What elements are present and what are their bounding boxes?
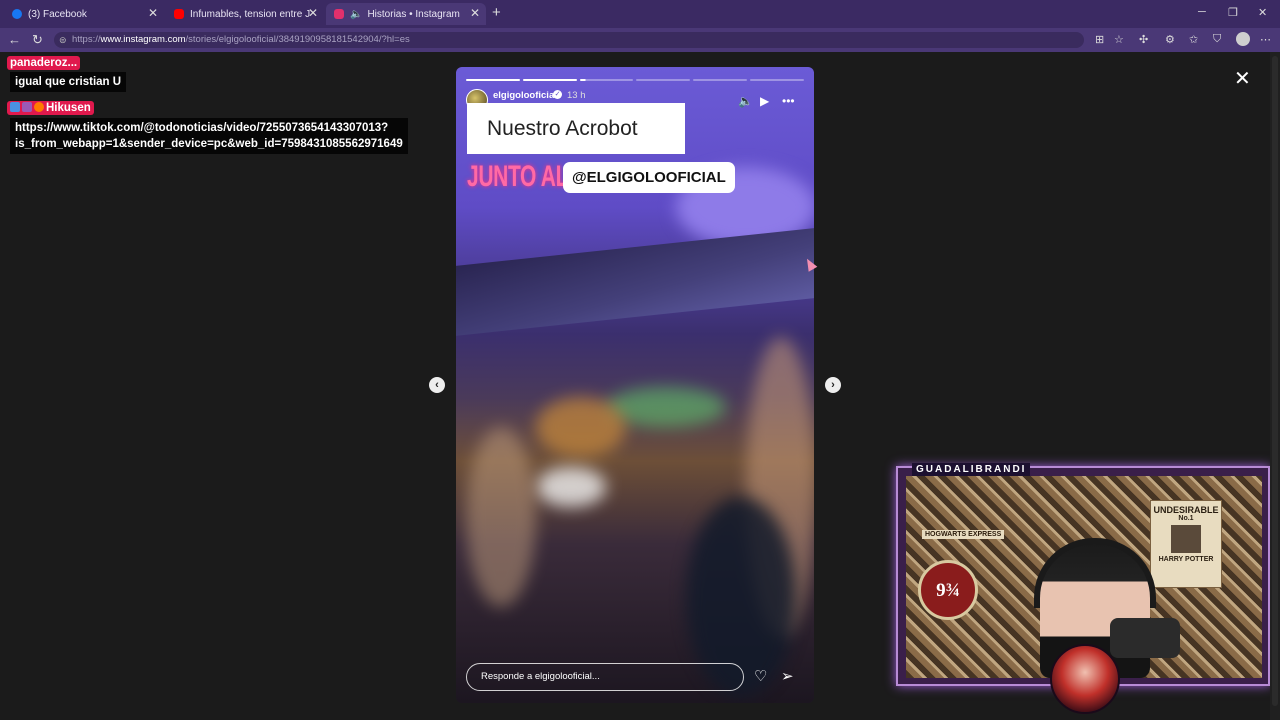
close-tab-icon[interactable]: ✕ <box>148 6 158 20</box>
extensions-icon[interactable]: ✣ <box>1139 33 1148 46</box>
verified-badge-icon: ✓ <box>553 90 562 99</box>
tab-youtube[interactable]: Infumables, tension entre Javier B ✕ <box>166 3 324 25</box>
chat-badge-icon <box>22 102 32 112</box>
chat-username: panaderoz... <box>7 56 81 70</box>
send-icon[interactable]: ➢ <box>781 667 794 685</box>
address-bar: ← ↻ ⊜ https://www.instagram.com/stories/e… <box>0 28 1280 52</box>
minimize-icon[interactable]: ─ <box>1198 6 1206 18</box>
favorites-icon[interactable]: ✩ <box>1189 33 1198 46</box>
hogwarts-sign: HOGWARTS EXPRESS <box>922 530 1005 539</box>
tab-title: Infumables, tension entre Javier B <box>190 8 310 20</box>
url-field[interactable]: ⊜ https://www.instagram.com/stories/elgig… <box>54 32 1084 48</box>
like-icon[interactable]: ♡ <box>754 667 767 685</box>
mention-sticker[interactable]: @ELGIGOLOOFICIAL <box>563 162 735 193</box>
instagram-icon <box>334 9 344 19</box>
story-text-sticker: Nuestro Acrobot <box>467 103 685 154</box>
speaker-icon: 🔈 <box>350 8 363 20</box>
scrollbar[interactable] <box>1270 52 1280 720</box>
close-tab-icon[interactable]: ✕ <box>470 6 480 20</box>
close-tab-icon[interactable]: ✕ <box>308 6 318 20</box>
reload-icon[interactable]: ↻ <box>32 32 43 48</box>
next-story-button[interactable]: › <box>825 377 841 393</box>
microphone <box>1110 618 1180 658</box>
tab-facebook[interactable]: (3) Facebook ✕ <box>4 3 164 25</box>
chat-message: https://www.tiktok.com/@todonoticias/vid… <box>10 118 408 154</box>
ceiling <box>456 228 814 336</box>
platform-sign: 9¾ <box>918 560 978 620</box>
story-username[interactable]: elgigolooficial <box>493 90 557 101</box>
previous-story-button[interactable]: ‹ <box>429 377 445 393</box>
chat-badge-icon <box>10 102 20 112</box>
more-options-icon[interactable]: ••• <box>782 94 795 108</box>
story-text-junto: JUNTO AL <box>467 160 569 193</box>
streamer-avatar <box>1050 644 1120 714</box>
wanted-poster: UNDESIRABLE No.1 HARRY POTTER <box>1150 500 1222 588</box>
story-time: 13 h <box>567 90 586 101</box>
new-tab-button[interactable]: + <box>492 4 501 21</box>
close-story-icon[interactable]: ✕ <box>1234 66 1251 91</box>
story-progress <box>466 79 804 81</box>
split-screen-icon[interactable]: ⚙ <box>1165 33 1175 46</box>
tab-title: Historias • Instagram <box>367 8 460 20</box>
favorite-star-icon[interactable]: ☆ <box>1114 33 1124 46</box>
streamer-name: GUADALIBRANDI <box>912 463 1031 476</box>
mute-icon[interactable]: 🔈 <box>738 94 753 108</box>
reader-icon[interactable]: ⊞ <box>1095 33 1104 46</box>
tab-bar: (3) Facebook ✕ Infumables, tension entre… <box>0 0 1280 28</box>
youtube-icon <box>174 9 184 19</box>
reply-input[interactable]: Responde a elgigolooficial... <box>466 663 744 691</box>
restore-icon[interactable]: ❐ <box>1228 6 1238 19</box>
chat-badge-icon <box>34 102 44 112</box>
chat-username: Hikusen <box>7 101 94 115</box>
close-window-icon[interactable]: ✕ <box>1258 6 1267 19</box>
tab-instagram[interactable]: 🔈 Historias • Instagram ✕ <box>326 3 486 25</box>
tab-title: (3) Facebook <box>28 8 87 20</box>
chat-message: igual que cristian U <box>10 72 127 92</box>
back-icon[interactable]: ← <box>8 32 21 47</box>
play-icon[interactable]: ▶ <box>760 94 769 108</box>
more-menu-icon[interactable]: ⋯ <box>1260 33 1271 46</box>
browser-essentials-icon[interactable]: ⛉ <box>1213 33 1221 46</box>
profile-avatar[interactable] <box>1236 32 1250 46</box>
story-media[interactable]: elgigolooficial ✓ 13 h ♫ juemortalanimac… <box>456 67 814 703</box>
facebook-icon <box>12 9 22 19</box>
site-info-icon[interactable]: ⊜ <box>59 32 67 48</box>
